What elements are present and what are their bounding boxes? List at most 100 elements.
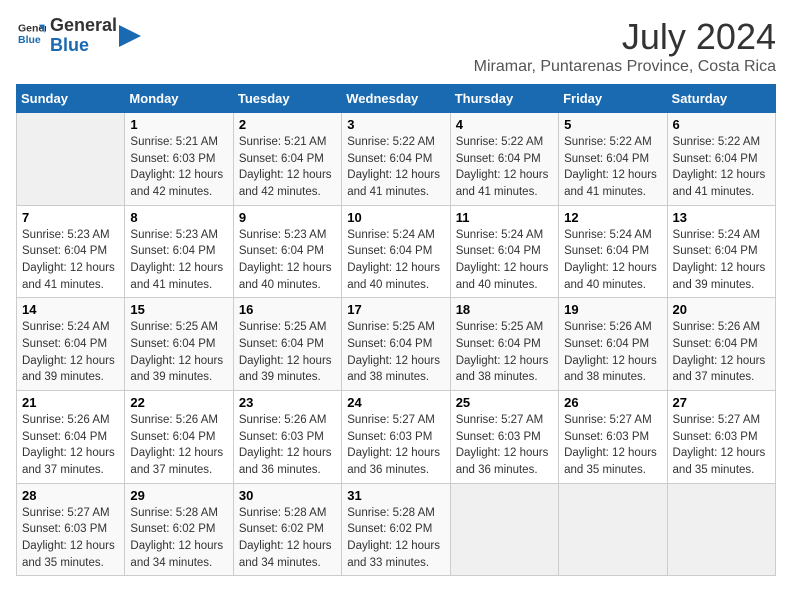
day-cell: 14 Sunrise: 5:24 AMSunset: 6:04 PMDayligh… — [17, 298, 125, 391]
day-number: 15 — [130, 302, 227, 317]
svg-text:Blue: Blue — [18, 34, 41, 46]
week-row-3: 14 Sunrise: 5:24 AMSunset: 6:04 PMDayligh… — [17, 298, 776, 391]
day-info: Sunrise: 5:22 AMSunset: 6:04 PMDaylight:… — [456, 134, 553, 201]
day-cell — [667, 483, 775, 576]
day-info: Sunrise: 5:21 AMSunset: 6:03 PMDaylight:… — [130, 134, 227, 201]
day-cell: 25 Sunrise: 5:27 AMSunset: 6:03 PMDayligh… — [450, 391, 558, 484]
header-cell-sunday: Sunday — [17, 85, 125, 113]
day-info: Sunrise: 5:26 AMSunset: 6:04 PMDaylight:… — [564, 319, 661, 386]
day-number: 10 — [347, 210, 444, 225]
day-cell: 7 Sunrise: 5:23 AMSunset: 6:04 PMDaylight… — [17, 205, 125, 298]
day-number: 20 — [673, 302, 770, 317]
day-cell: 2 Sunrise: 5:21 AMSunset: 6:04 PMDaylight… — [233, 113, 341, 206]
day-cell: 12 Sunrise: 5:24 AMSunset: 6:04 PMDayligh… — [559, 205, 667, 298]
day-info: Sunrise: 5:28 AMSunset: 6:02 PMDaylight:… — [130, 505, 227, 572]
day-number: 21 — [22, 395, 119, 410]
header-row: SundayMondayTuesdayWednesdayThursdayFrid… — [17, 85, 776, 113]
day-info: Sunrise: 5:24 AMSunset: 6:04 PMDaylight:… — [564, 227, 661, 294]
day-number: 6 — [673, 117, 770, 132]
day-number: 18 — [456, 302, 553, 317]
header-cell-thursday: Thursday — [450, 85, 558, 113]
day-info: Sunrise: 5:27 AMSunset: 6:03 PMDaylight:… — [22, 505, 119, 572]
logo-icon: General Blue — [18, 19, 46, 47]
day-cell: 6 Sunrise: 5:22 AMSunset: 6:04 PMDaylight… — [667, 113, 775, 206]
day-cell — [450, 483, 558, 576]
day-number: 19 — [564, 302, 661, 317]
day-number: 4 — [456, 117, 553, 132]
day-info: Sunrise: 5:23 AMSunset: 6:04 PMDaylight:… — [22, 227, 119, 294]
day-cell: 28Sunrise: 5:27 AMSunset: 6:03 PMDayligh… — [17, 483, 125, 576]
day-info: Sunrise: 5:26 AMSunset: 6:04 PMDaylight:… — [130, 412, 227, 479]
day-cell: 21Sunrise: 5:26 AMSunset: 6:04 PMDayligh… — [17, 391, 125, 484]
day-info: Sunrise: 5:22 AMSunset: 6:04 PMDaylight:… — [564, 134, 661, 201]
day-cell: 26Sunrise: 5:27 AMSunset: 6:03 PMDayligh… — [559, 391, 667, 484]
day-info: Sunrise: 5:21 AMSunset: 6:04 PMDaylight:… — [239, 134, 336, 201]
day-number: 2 — [239, 117, 336, 132]
day-number: 12 — [564, 210, 661, 225]
day-number: 17 — [347, 302, 444, 317]
day-number: 30 — [239, 488, 336, 503]
day-cell: 20 Sunrise: 5:26 AMSunset: 6:04 PMDayligh… — [667, 298, 775, 391]
day-cell: 11Sunrise: 5:24 AMSunset: 6:04 PMDayligh… — [450, 205, 558, 298]
day-number: 24 — [347, 395, 444, 410]
day-info: Sunrise: 5:27 AMSunset: 6:03 PMDaylight:… — [564, 412, 661, 479]
day-info: Sunrise: 5:22 AMSunset: 6:04 PMDaylight:… — [673, 134, 770, 201]
month-title: July 2024 — [474, 16, 776, 58]
day-cell: 17Sunrise: 5:25 AMSunset: 6:04 PMDayligh… — [342, 298, 450, 391]
day-cell: 3 Sunrise: 5:22 AMSunset: 6:04 PMDaylight… — [342, 113, 450, 206]
week-row-5: 28Sunrise: 5:27 AMSunset: 6:03 PMDayligh… — [17, 483, 776, 576]
day-cell: 13 Sunrise: 5:24 AMSunset: 6:04 PMDayligh… — [667, 205, 775, 298]
day-cell — [17, 113, 125, 206]
day-number: 9 — [239, 210, 336, 225]
day-number: 11 — [456, 210, 553, 225]
logo-arrow-icon — [119, 25, 141, 47]
day-number: 1 — [130, 117, 227, 132]
day-info: Sunrise: 5:27 AMSunset: 6:03 PMDaylight:… — [456, 412, 553, 479]
day-number: 7 — [22, 210, 119, 225]
day-info: Sunrise: 5:27 AMSunset: 6:03 PMDaylight:… — [673, 412, 770, 479]
day-cell: 1 Sunrise: 5:21 AMSunset: 6:03 PMDaylight… — [125, 113, 233, 206]
day-cell: 10 Sunrise: 5:24 AMSunset: 6:04 PMDayligh… — [342, 205, 450, 298]
day-number: 29 — [130, 488, 227, 503]
day-cell: 9 Sunrise: 5:23 AMSunset: 6:04 PMDaylight… — [233, 205, 341, 298]
header-cell-tuesday: Tuesday — [233, 85, 341, 113]
day-info: Sunrise: 5:25 AMSunset: 6:04 PMDaylight:… — [239, 319, 336, 386]
day-cell: 5 Sunrise: 5:22 AMSunset: 6:04 PMDaylight… — [559, 113, 667, 206]
page-header: General Blue General Blue July 2024 Mira… — [16, 16, 776, 76]
day-cell: 22 Sunrise: 5:26 AMSunset: 6:04 PMDayligh… — [125, 391, 233, 484]
calendar-table: SundayMondayTuesdayWednesdayThursdayFrid… — [16, 84, 776, 576]
header-cell-saturday: Saturday — [667, 85, 775, 113]
day-number: 8 — [130, 210, 227, 225]
logo-blue: Blue — [50, 36, 117, 56]
day-info: Sunrise: 5:23 AMSunset: 6:04 PMDaylight:… — [130, 227, 227, 294]
day-info: Sunrise: 5:24 AMSunset: 6:04 PMDaylight:… — [347, 227, 444, 294]
day-cell: 23Sunrise: 5:26 AMSunset: 6:03 PMDayligh… — [233, 391, 341, 484]
day-info: Sunrise: 5:28 AMSunset: 6:02 PMDaylight:… — [239, 505, 336, 572]
logo-general: General — [50, 16, 117, 36]
day-info: Sunrise: 5:26 AMSunset: 6:04 PMDaylight:… — [673, 319, 770, 386]
day-cell: 30 Sunrise: 5:28 AMSunset: 6:02 PMDayligh… — [233, 483, 341, 576]
day-number: 5 — [564, 117, 661, 132]
day-cell: 18 Sunrise: 5:25 AMSunset: 6:04 PMDayligh… — [450, 298, 558, 391]
day-cell — [559, 483, 667, 576]
day-info: Sunrise: 5:22 AMSunset: 6:04 PMDaylight:… — [347, 134, 444, 201]
day-info: Sunrise: 5:27 AMSunset: 6:03 PMDaylight:… — [347, 412, 444, 479]
location-title: Miramar, Puntarenas Province, Costa Rica — [474, 58, 776, 76]
day-cell: 16Sunrise: 5:25 AMSunset: 6:04 PMDayligh… — [233, 298, 341, 391]
day-number: 25 — [456, 395, 553, 410]
title-block: July 2024 Miramar, Puntarenas Province, … — [474, 16, 776, 76]
day-info: Sunrise: 5:24 AMSunset: 6:04 PMDaylight:… — [673, 227, 770, 294]
day-info: Sunrise: 5:25 AMSunset: 6:04 PMDaylight:… — [456, 319, 553, 386]
day-number: 22 — [130, 395, 227, 410]
day-number: 23 — [239, 395, 336, 410]
day-number: 14 — [22, 302, 119, 317]
day-number: 3 — [347, 117, 444, 132]
day-number: 13 — [673, 210, 770, 225]
day-cell: 31Sunrise: 5:28 AMSunset: 6:02 PMDayligh… — [342, 483, 450, 576]
logo: General Blue General Blue — [16, 16, 141, 56]
day-cell: 19 Sunrise: 5:26 AMSunset: 6:04 PMDayligh… — [559, 298, 667, 391]
week-row-4: 21 Sunrise: 5:26 AMSunset: 6:04 PMDayligh… — [17, 391, 776, 484]
day-info: Sunrise: 5:23 AMSunset: 6:04 PMDaylight:… — [239, 227, 336, 294]
day-info: Sunrise: 5:24 AMSunset: 6:04 PMDaylight:… — [22, 319, 119, 386]
day-info: Sunrise: 5:25 AMSunset: 6:04 PMDaylight:… — [130, 319, 227, 386]
